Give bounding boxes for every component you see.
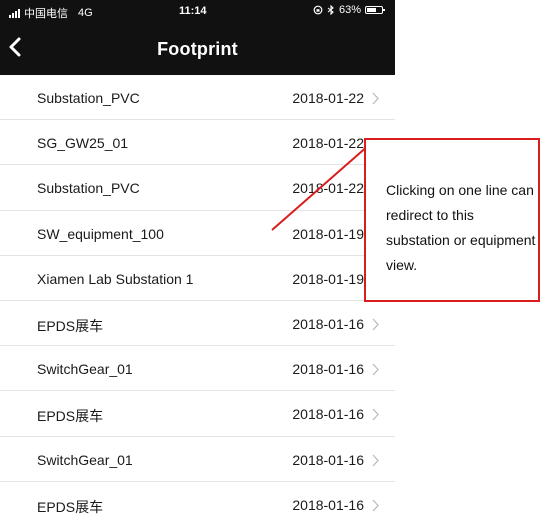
- list-item[interactable]: SwitchGear_01 2018-01-16: [0, 346, 395, 392]
- chevron-right-icon: [372, 92, 379, 105]
- signal-icon: [9, 8, 20, 18]
- carrier-label: 中国电信: [24, 8, 68, 20]
- list-item[interactable]: Substation_PVC 2018-01-22: [0, 165, 395, 211]
- chevron-right-icon: [372, 499, 379, 512]
- list-item[interactable]: EPDS展车 2018-01-16: [0, 391, 395, 437]
- callout-text: Clicking on one line can redirect to thi…: [386, 182, 536, 273]
- footprint-list: Substation_PVC 2018-01-22 SG_GW25_01 201…: [0, 75, 395, 527]
- battery-fill: [367, 8, 376, 12]
- status-right: 63%: [313, 4, 385, 16]
- item-date: 2018-01-16: [292, 361, 364, 378]
- item-date: 2018-01-16: [292, 406, 364, 423]
- item-name: SG_GW25_01: [37, 135, 129, 152]
- phone-screen: 中国电信 4G 11:14 63% Footprint Substation_P…: [0, 0, 395, 527]
- list-item[interactable]: EPDS展车 2018-01-16: [0, 482, 395, 527]
- list-item[interactable]: SG_GW25_01 2018-01-22: [0, 120, 395, 166]
- item-name: EPDS展车: [37, 317, 104, 334]
- status-bar: 中国电信 4G 11:14 63%: [0, 0, 395, 23]
- item-date: 2018-01-22: [292, 90, 364, 106]
- item-date: 2018-01-19: [292, 270, 364, 287]
- item-name: SwitchGear_01: [37, 361, 133, 378]
- page-title: Footprint: [157, 39, 238, 59]
- chevron-right-icon: [372, 454, 379, 466]
- item-date: 2018-01-16: [292, 451, 364, 468]
- status-time: 11:14: [179, 5, 207, 17]
- item-name: SwitchGear_01: [37, 451, 133, 468]
- callout-box: Clicking on one line can redirect to thi…: [364, 138, 540, 302]
- item-name: SW_equipment_100: [37, 225, 164, 242]
- status-left: 中国电信 4G: [9, 5, 93, 21]
- list-item[interactable]: SW_equipment_100 2018-01-19: [0, 211, 395, 256]
- list-item[interactable]: SwitchGear_01 2018-01-16: [0, 437, 395, 482]
- battery-percent: 63%: [338, 4, 361, 16]
- nav-bar: Footprint: [0, 23, 395, 75]
- item-date: 2018-01-16: [292, 315, 364, 332]
- item-name: EPDS展车: [37, 498, 104, 515]
- orientation-lock-icon: [313, 5, 323, 15]
- bluetooth-icon: [327, 5, 334, 15]
- item-name: Xiamen Lab Substation 1: [37, 270, 194, 287]
- chevron-right-icon: [372, 363, 379, 376]
- chevron-right-icon: [372, 408, 379, 421]
- battery-icon: [365, 6, 385, 14]
- item-name: EPDS展车: [37, 408, 104, 425]
- list-item[interactable]: EPDS展车 2018-01-16: [0, 301, 395, 347]
- item-date: 2018-01-22: [292, 135, 364, 152]
- item-date: 2018-01-16: [292, 496, 364, 513]
- item-name: Substation_PVC: [37, 180, 140, 197]
- item-name: Substation_PVC: [37, 90, 140, 106]
- list-item[interactable]: Xiamen Lab Substation 1 2018-01-19: [0, 256, 395, 301]
- list-item[interactable]: Substation_PVC 2018-01-22: [0, 75, 395, 121]
- item-date: 2018-01-22: [292, 180, 364, 197]
- chevron-right-icon: [372, 318, 379, 331]
- item-date: 2018-01-19: [292, 225, 364, 242]
- network-label: 4G: [78, 7, 93, 19]
- battery-tip: [383, 9, 385, 11]
